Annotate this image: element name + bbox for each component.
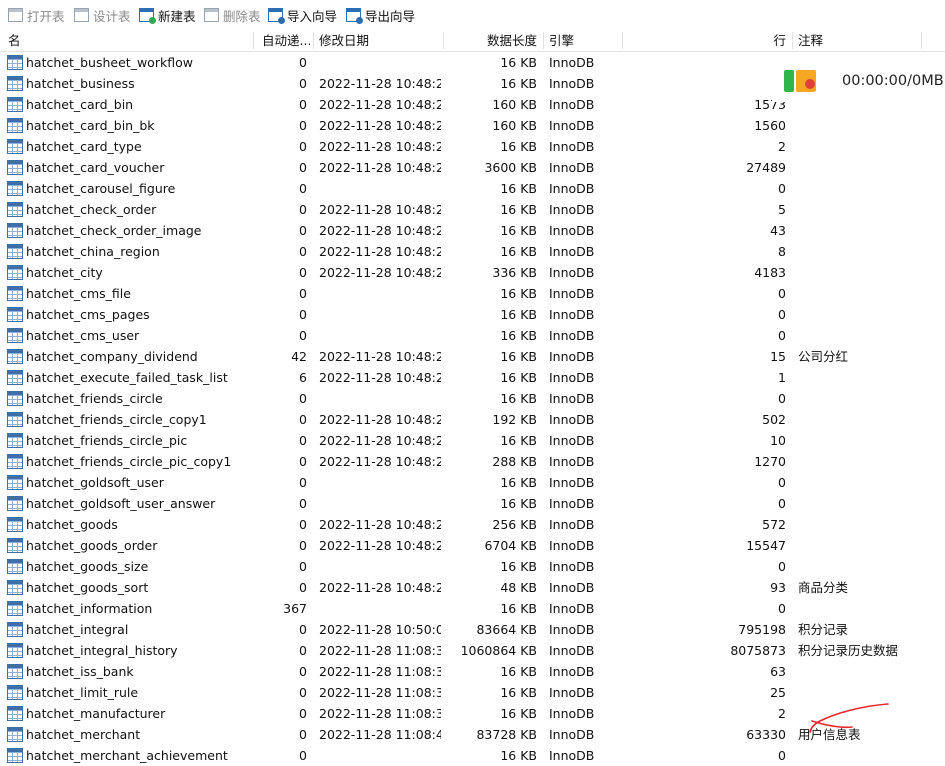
red-annotation-stroke [809,703,889,733]
